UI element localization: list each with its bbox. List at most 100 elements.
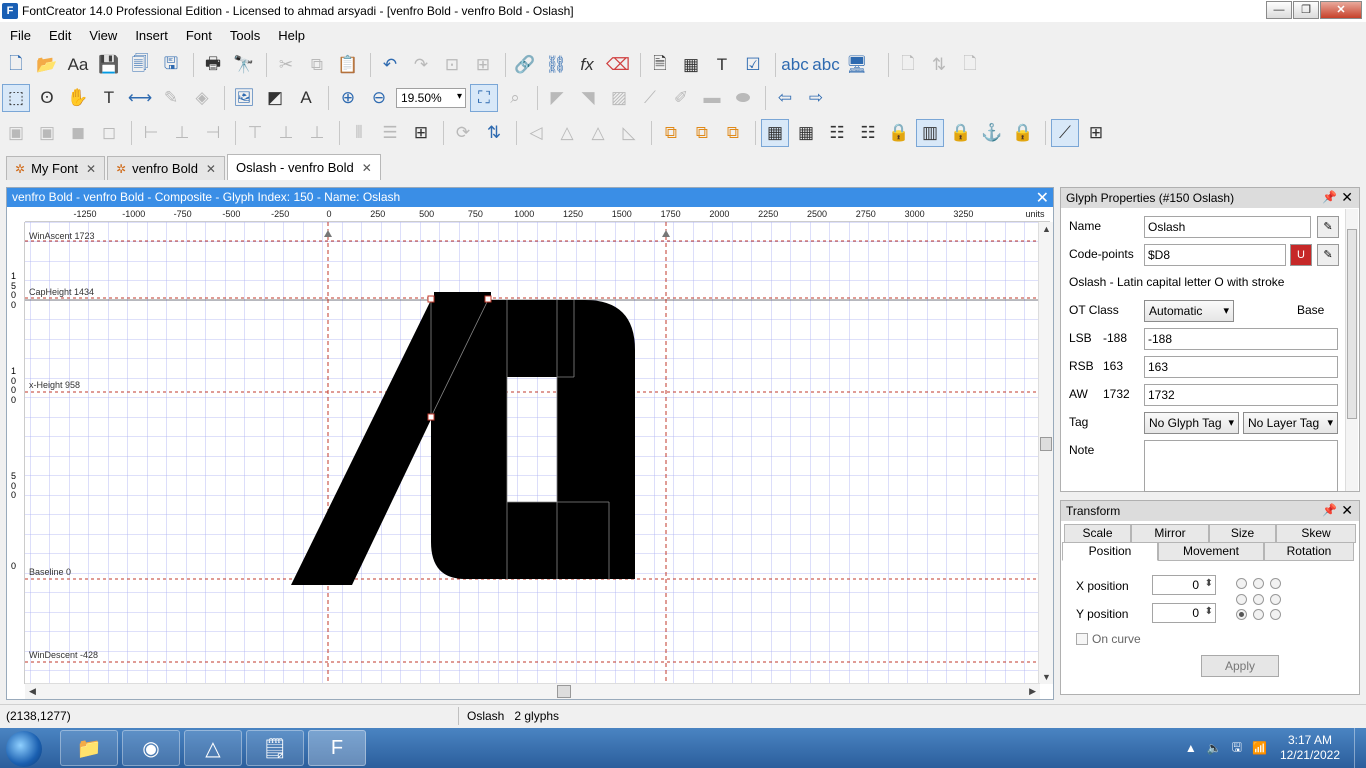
anchor-radio[interactable] — [1270, 594, 1281, 605]
rotate-icon[interactable]: ⟳ — [449, 119, 477, 147]
apply-button[interactable]: Apply — [1201, 655, 1279, 677]
grid-reset-icon[interactable]: ▦ — [792, 119, 820, 147]
anchor-radio[interactable] — [1253, 594, 1264, 605]
triangle-icon[interactable]: △ — [553, 119, 581, 147]
fill-mode-icon[interactable]: ◩ — [261, 84, 289, 112]
on-curve-checkbox[interactable] — [1076, 633, 1088, 645]
menu-file[interactable]: File — [0, 28, 39, 43]
corner-icon[interactable]: ◤ — [543, 84, 571, 112]
insert-contour-icon[interactable]: ⊡ — [438, 51, 466, 79]
anchor-radio[interactable] — [1270, 578, 1281, 589]
tab-rotation[interactable]: Rotation — [1264, 542, 1354, 561]
minimize-button[interactable]: — — [1266, 1, 1292, 19]
find-icon[interactable]: 🔭 — [230, 51, 258, 79]
scroll-down-icon[interactable]: ▼ — [1042, 672, 1051, 682]
spellcheck-icon[interactable]: abc — [781, 51, 809, 79]
anchor-lock-icon[interactable]: 🔒 — [1009, 119, 1037, 147]
lsb-field[interactable]: -188 — [1144, 328, 1338, 350]
menu-view[interactable]: View — [79, 28, 125, 43]
menu-help[interactable]: Help — [268, 28, 313, 43]
menu-tools[interactable]: Tools — [220, 28, 268, 43]
ungroup-icon[interactable]: ▣ — [33, 119, 61, 147]
knife-icon[interactable]: ⟋ — [636, 84, 664, 112]
menu-insert[interactable]: Insert — [125, 28, 176, 43]
flip-icon[interactable]: ⇅ — [480, 119, 508, 147]
x-position-input[interactable]: 0 — [1152, 575, 1216, 595]
metrics-icon[interactable]: ⊞ — [1082, 119, 1110, 147]
save-icon[interactable]: 💾 — [95, 51, 123, 79]
corner-alt-icon[interactable]: ◥ — [574, 84, 602, 112]
tab-mirror[interactable]: Mirror — [1131, 524, 1209, 543]
text-transform-icon[interactable]: T — [708, 51, 736, 79]
unicode-icon[interactable]: U — [1290, 244, 1312, 266]
new-font-icon[interactable]: 🗋 — [2, 51, 30, 79]
copy-icon[interactable]: ⧉ — [303, 51, 331, 79]
tab-skew[interactable]: Skew — [1276, 524, 1356, 543]
layer-tag-select[interactable]: No Layer Tag — [1243, 412, 1338, 434]
ot-class-select[interactable]: Automatic — [1144, 300, 1234, 322]
table-icon[interactable]: ▦ — [677, 51, 705, 79]
zoom-select[interactable]: 19.50% — [396, 88, 466, 108]
scroll-up-icon[interactable]: ▲ — [1042, 224, 1051, 234]
close-icon[interactable]: ✕ — [362, 161, 372, 175]
ellipse-icon[interactable]: ⬬ — [729, 84, 757, 112]
cut-icon[interactable]: ✂ — [272, 51, 300, 79]
select-rect-icon[interactable]: ⬚ — [2, 84, 30, 112]
show-desktop-button[interactable] — [1354, 728, 1366, 768]
vertical-scrollbar[interactable]: ▲ ▼ — [1038, 222, 1053, 684]
align-center-icon[interactable]: ⊥ — [168, 119, 196, 147]
align-left-icon[interactable]: ⊢ — [137, 119, 165, 147]
tab-my-font[interactable]: ✲ My Font ✕ — [6, 156, 106, 180]
triangle-right-icon[interactable]: ◺ — [615, 119, 643, 147]
combine-icon[interactable]: ◼ — [64, 119, 92, 147]
triangle-alt-icon[interactable]: △ — [584, 119, 612, 147]
notes-taskbar-icon[interactable]: 🗒 — [246, 730, 304, 766]
align-top-icon[interactable]: ⊤ — [241, 119, 269, 147]
align-right-icon[interactable]: ⊣ — [199, 119, 227, 147]
glyph-drawing[interactable]: WinAscent 1723 CapHeight 1434 x-Height 9… — [25, 222, 1040, 683]
zoom-out-icon[interactable]: ⊖ — [365, 84, 393, 112]
anchor-radio[interactable] — [1236, 578, 1247, 589]
rsb-field[interactable]: 163 — [1144, 356, 1338, 378]
clock[interactable]: 3:17 AM 12/21/2022 — [1280, 733, 1340, 763]
tab-size[interactable]: Size — [1209, 524, 1276, 543]
glyph-canvas[interactable]: WinAscent 1723 CapHeight 1434 x-Height 9… — [25, 222, 1040, 683]
link-icon[interactable]: 🔗 — [511, 51, 539, 79]
anchor-radio[interactable] — [1253, 578, 1264, 589]
close-icon[interactable]: ✕ — [1036, 188, 1049, 208]
align-bottom-icon[interactable]: ⊥ — [303, 119, 331, 147]
group-icon[interactable]: ▣ — [2, 119, 30, 147]
device-icon[interactable]: 🖫 — [1232, 738, 1242, 759]
scroll-right-icon[interactable]: ▶ — [1029, 686, 1036, 697]
chrome-taskbar-icon[interactable]: ◉ — [122, 730, 180, 766]
menu-edit[interactable]: Edit — [39, 28, 79, 43]
tab-position[interactable]: Position — [1062, 542, 1158, 561]
close-icon[interactable]: ✕ — [86, 162, 96, 176]
scroll-thumb[interactable] — [557, 685, 571, 698]
properties-icon[interactable]: 🗎 — [646, 51, 674, 79]
page-options-icon[interactable]: 🗋 — [956, 51, 984, 79]
glyph-preview-icon[interactable]: A — [292, 84, 320, 112]
grid-lock-icon[interactable]: 🔒 — [885, 119, 913, 147]
close-button[interactable]: ✕ — [1320, 1, 1362, 19]
fit-window-icon[interactable]: ⛶ — [470, 84, 498, 112]
name-field[interactable]: Oslash — [1144, 216, 1311, 238]
font-preview-icon[interactable]: Aa — [64, 51, 92, 79]
export-icon[interactable]: ⇅ — [925, 51, 953, 79]
volume-icon[interactable]: 🔈 — [1207, 741, 1222, 755]
close-icon[interactable]: ✕ — [1341, 502, 1353, 519]
horizontal-scrollbar[interactable]: ◀ ▶ — [25, 683, 1040, 699]
edit-codepoints-icon[interactable]: ✎ — [1317, 244, 1339, 266]
next-glyph-icon[interactable]: ⇨ — [802, 84, 830, 112]
hand-icon[interactable]: ✋ — [64, 84, 92, 112]
close-icon[interactable]: ✕ — [206, 162, 216, 176]
distribute-h-icon[interactable]: ⫴ — [345, 119, 373, 147]
new-page-icon[interactable]: 🗋 — [894, 51, 922, 79]
save-as-icon[interactable]: 🖫 — [157, 51, 185, 79]
unlink-icon[interactable]: ⛓ — [542, 51, 570, 79]
save-all-icon[interactable]: 🗐 — [126, 51, 154, 79]
pen-icon[interactable]: ✐ — [667, 84, 695, 112]
eraser-icon[interactable]: ⌫ — [604, 51, 632, 79]
pin-icon[interactable]: 📌 — [1322, 503, 1337, 517]
fontcreator-taskbar-icon[interactable]: F — [308, 730, 366, 766]
